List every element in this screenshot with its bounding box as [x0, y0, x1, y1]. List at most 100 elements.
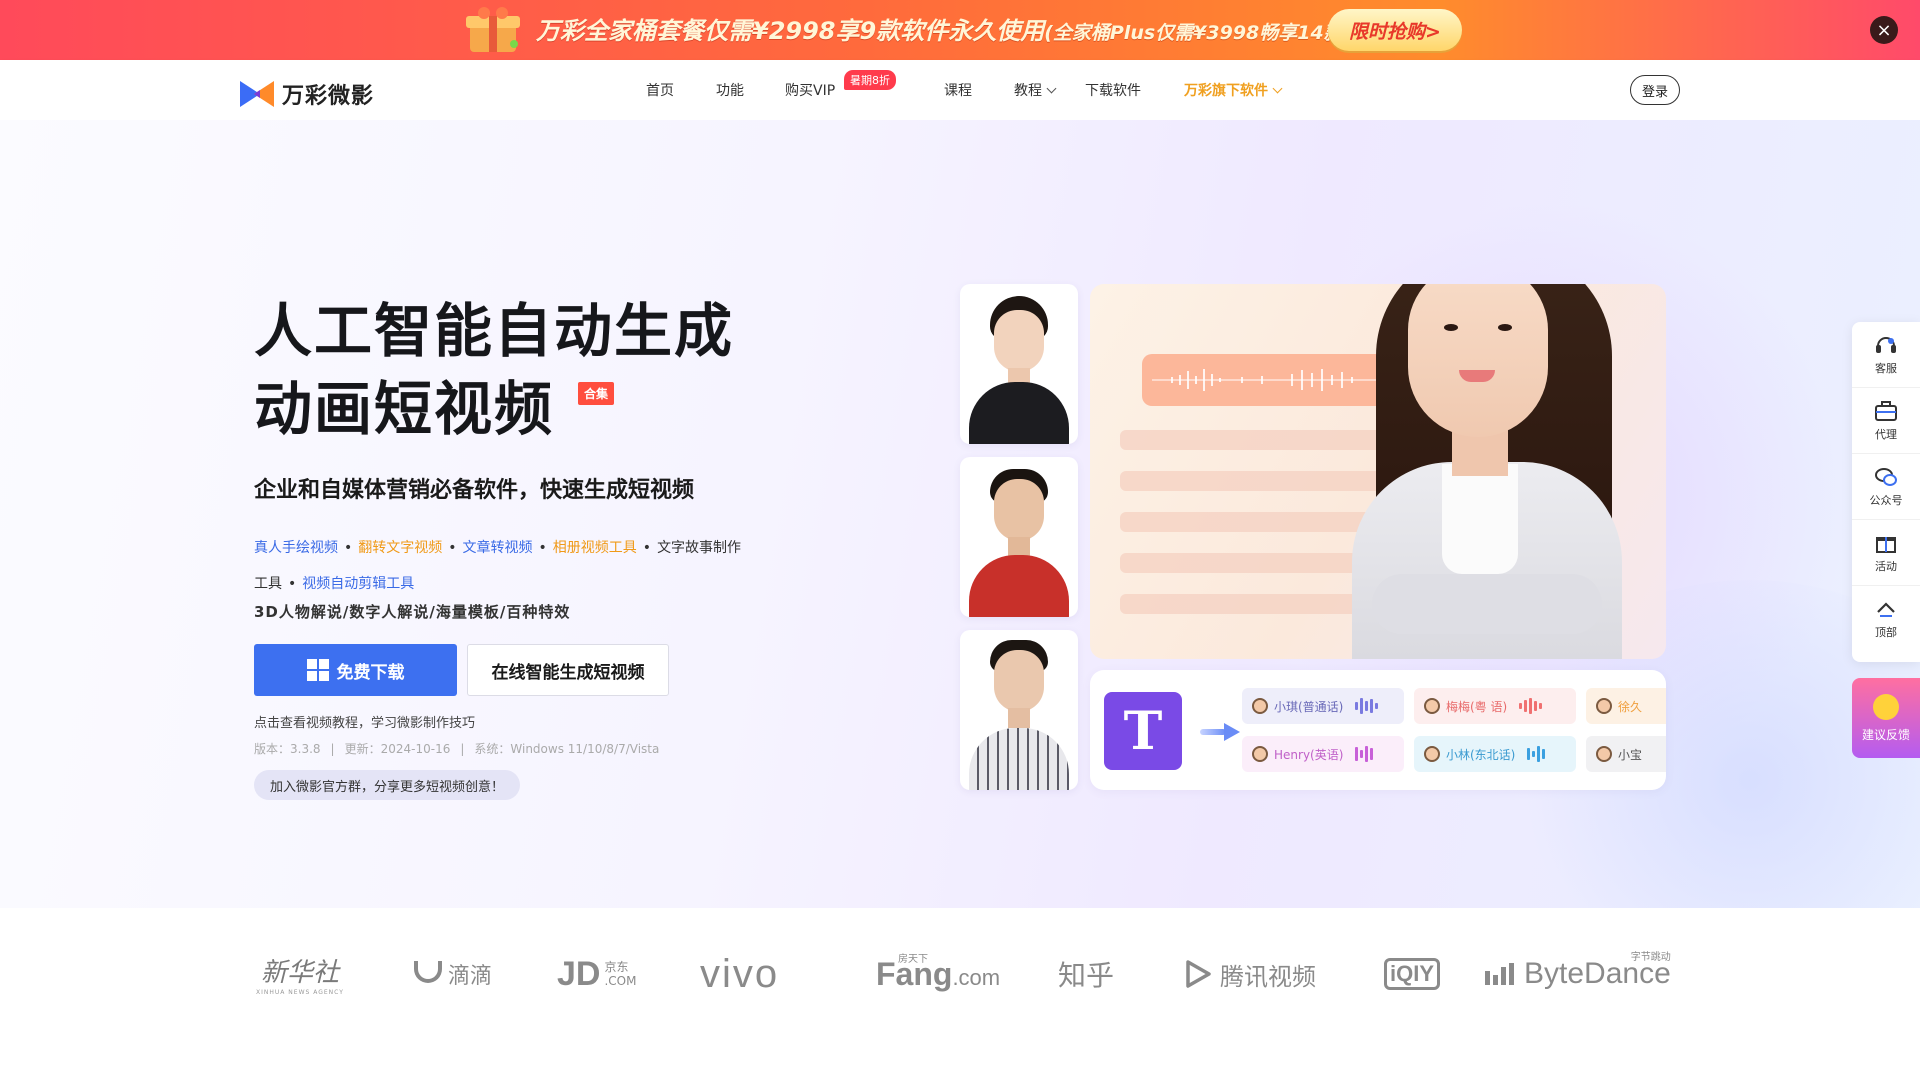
xinhua-en-text: XINHUA NEWS AGENCY: [256, 989, 344, 996]
side-customer-service[interactable]: 客服: [1852, 322, 1920, 388]
smiley-icon: [1873, 693, 1899, 720]
didi-logo: 滴滴: [414, 948, 492, 1000]
placeholder-line: [1120, 430, 1420, 450]
hero-title-line1: 人工智能自动生成: [254, 297, 735, 365]
nav-download[interactable]: 下载软件: [1085, 80, 1141, 100]
feature-text: 文字故事制作: [657, 540, 742, 556]
presenter-top: [1442, 464, 1518, 574]
voice-chip[interactable]: 小林(东北话): [1414, 736, 1576, 772]
eye: [1444, 324, 1458, 331]
nav-features[interactable]: 功能: [716, 80, 744, 100]
hero-title: 人工智能自动生成 动画短视频: [254, 292, 734, 448]
side-label: 顶部: [1875, 626, 1897, 639]
login-button[interactable]: 登录: [1630, 75, 1680, 105]
bytedance-logo: ByteDance 字节跳动: [1484, 948, 1671, 1000]
xinhua-text: 新华社: [260, 958, 339, 988]
promo-buy-button[interactable]: 限时抢购>: [1328, 9, 1462, 51]
voice-label: 梅梅(粤 语): [1446, 699, 1508, 714]
top-nav: 万彩微影 首页 功能 购买VIP 暑期8折 课程 教程 下载软件 万彩旗下软件 …: [0, 60, 1920, 120]
jd-sub: 京东 .COM: [604, 960, 636, 988]
logo-text: 万彩微影: [282, 84, 375, 109]
text-to-speech-card: T 小琪(普通话) 梅梅(粤 语) 徐久 Henry(英语) 小林(东北话) 小…: [1090, 670, 1666, 790]
feature-link[interactable]: 翻转文字视频: [358, 540, 442, 556]
system-text: 系统：Windows 11/10/8/7/Vista: [474, 742, 660, 756]
side-label: 活动: [1875, 559, 1897, 573]
update-text: 更新：2024-10-16: [344, 742, 451, 756]
join-group-button[interactable]: 加入微影官方群，分享更多短视频创意！: [254, 770, 521, 800]
collection-badge: 合集: [578, 382, 615, 405]
presenter-face: [1408, 284, 1548, 437]
voice-chip[interactable]: 小宝: [1586, 736, 1666, 772]
jd-com-text: .COM: [604, 974, 637, 988]
feature-link[interactable]: 相册视频工具: [553, 540, 637, 556]
feature-link[interactable]: 文章转视频: [463, 540, 533, 556]
side-wechat-official[interactable]: 公众号: [1852, 454, 1920, 520]
text-icon: T: [1104, 692, 1182, 770]
side-label: 代理: [1875, 427, 1897, 441]
promo-main-text: 万彩全家桶套餐仅需¥2998享9款软件永久使用: [536, 17, 1045, 45]
feedback-button[interactable]: 建议反馈: [1852, 678, 1920, 758]
gift-box-icon: [466, 7, 520, 52]
audio-waveform: [1142, 354, 1390, 406]
voice-avatar: [1596, 746, 1612, 762]
voice-chip[interactable]: Henry(英语): [1242, 736, 1404, 772]
free-download-label: 免费下载: [336, 662, 405, 683]
side-agent[interactable]: 代理: [1852, 388, 1920, 454]
feature-link[interactable]: 视频自动剪辑工具: [302, 576, 414, 592]
online-generate-button[interactable]: 在线智能生成短视频: [467, 644, 669, 696]
nav-courses[interactable]: 课程: [944, 80, 972, 100]
close-icon[interactable]: ×: [1870, 16, 1898, 44]
fang-logo: Fang .com 房天下: [876, 948, 1000, 1000]
vivo-logo: vivo: [700, 951, 780, 996]
side-label: 客服: [1875, 361, 1897, 375]
bytedance-bars-icon: [1485, 963, 1514, 985]
tencent-video-logo: 腾讯视频: [1182, 948, 1316, 1000]
tencent-play-icon: [1186, 960, 1211, 988]
logo-icon: [240, 81, 274, 107]
chevron-down-icon: [1272, 83, 1283, 94]
nav-wancai-software[interactable]: 万彩旗下软件: [1184, 80, 1283, 100]
nav-buy-vip[interactable]: 购买VIP: [785, 80, 835, 100]
side-activity[interactable]: 活动: [1852, 520, 1920, 586]
promo-text: 万彩全家桶套餐仅需¥2998享9款软件永久使用(全家桶Plus仅需¥3998畅享…: [536, 11, 1389, 46]
nav-wancai-label: 万彩旗下软件: [1184, 83, 1268, 99]
feedback-label: 建议反馈: [1861, 727, 1910, 742]
side-label: 公众号: [1869, 493, 1903, 507]
nav-home[interactable]: 首页: [646, 80, 674, 100]
voice-label: Henry(英语): [1274, 747, 1344, 762]
free-download-button[interactable]: 免费下载: [254, 644, 457, 696]
side-back-to-top[interactable]: 顶部: [1852, 586, 1920, 652]
nav-tutorials[interactable]: 教程: [1014, 80, 1057, 100]
voice-chip[interactable]: 徐久: [1586, 688, 1666, 724]
headset-icon: [1876, 336, 1896, 353]
voice-chip[interactable]: 梅梅(粤 语): [1414, 688, 1576, 724]
vip-discount-badge: 暑期8折: [844, 70, 896, 90]
promo-banner[interactable]: 万彩全家桶套餐仅需¥2998享9款软件永久使用(全家桶Plus仅需¥3998畅享…: [0, 0, 1920, 60]
feature-link[interactable]: 真人手绘视频: [254, 540, 338, 556]
logo[interactable]: 万彩微影: [240, 78, 374, 110]
zhihu-logo: 知乎: [1058, 959, 1115, 992]
side-toolbar: 客服 代理 公众号 活动 顶部: [1852, 322, 1920, 662]
version-text: 版本：3.3.8: [254, 742, 321, 756]
tencent-text: 腾讯视频: [1220, 962, 1316, 991]
placeholder-line: [1120, 471, 1420, 491]
voice-label: 小琪(普通话): [1274, 699, 1344, 714]
arrow-up-icon: [1877, 602, 1895, 617]
feature-text: 工具: [254, 576, 282, 592]
didi-text: 滴滴: [448, 964, 493, 989]
voice-avatar: [1252, 746, 1268, 762]
voice-bars-icon: [1355, 746, 1374, 762]
avatar-man-traditional[interactable]: [960, 457, 1078, 617]
voice-bars-icon: [1519, 698, 1543, 714]
version-info: 版本：3.3.8 | 更新：2024-10-16 | 系统：Windows 11/10/…: [254, 742, 660, 756]
tutorial-link[interactable]: 点击查看视频教程，学习微影制作技巧: [254, 712, 475, 731]
voice-avatar: [1424, 746, 1440, 762]
voice-chip[interactable]: 小琪(普通话): [1242, 688, 1404, 724]
hero-title-line2: 动画短视频: [254, 375, 555, 443]
avatar-woman-suit[interactable]: [960, 284, 1078, 444]
fang-com-text: .com: [952, 965, 1001, 990]
avatar-man-casual[interactable]: [960, 630, 1078, 790]
nav-tutorials-label: 教程: [1014, 83, 1042, 99]
voice-bars-icon: [1527, 746, 1546, 762]
voice-label: 小宝: [1618, 747, 1643, 762]
